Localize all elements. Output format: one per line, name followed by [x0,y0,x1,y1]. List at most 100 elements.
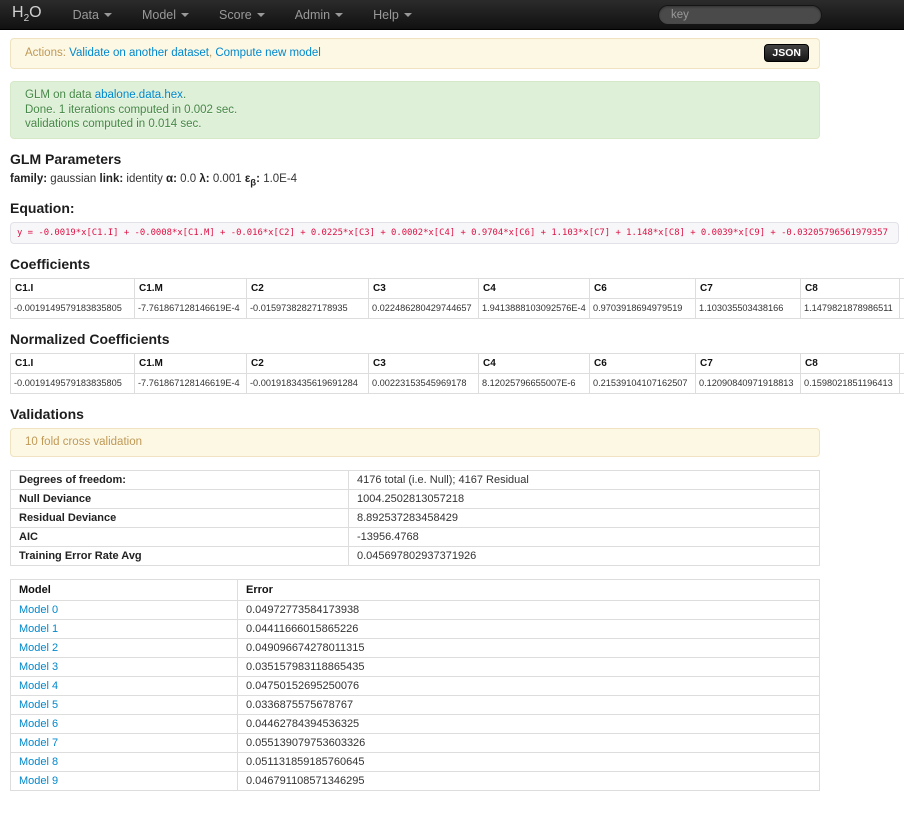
nav-item-admin[interactable]: Admin [280,0,358,29]
key-search-input[interactable] [658,5,822,25]
model-link-7[interactable]: Model 7 [19,737,58,749]
coefficient-value: 0.21539104107162507 [590,373,696,393]
coefficient-value: 0.9703918694979519 [590,298,696,318]
column-header: C1.M [135,353,247,373]
nav-item-label: Help [373,8,399,22]
stat-label: AIC [11,527,349,546]
column-header: C2 [247,353,369,373]
stat-label: Residual Deviance [11,508,349,527]
coefficients-table: C1.IC1.MC2C3C4C6C7C8-0.00191495791838358… [10,278,904,319]
column-header: C8 [801,353,900,373]
normalized-coefficients-heading: Normalized Coefficients [10,331,904,347]
status-alert: GLM on data abalone.data.hex. Done. 1 it… [10,81,820,139]
model-link-1[interactable]: Model 1 [19,623,58,635]
actions-label: Actions: [25,47,66,59]
model-link-3[interactable]: Model 3 [19,661,58,673]
model-link-4[interactable]: Model 4 [19,680,58,692]
chevron-down-icon [335,13,343,17]
nav-item-label: Model [142,8,176,22]
column-header: C4 [479,278,590,298]
table-row: Model 00.04972773584173938 [11,600,820,619]
table-row: AIC-13956.4768 [11,527,820,546]
glm-parameters-heading: GLM Parameters [10,151,904,167]
nav-item-label: Data [73,8,99,22]
model-link-8[interactable]: Model 8 [19,756,58,768]
param-label: εβ: [245,173,260,185]
column-header: C1.I [11,278,135,298]
table-row: Null Deviance1004.2502813057218 [11,489,820,508]
table-row: Residual Deviance8.892537283458429 [11,508,820,527]
status-line-3: validations computed in 0.014 sec. [25,117,805,132]
error-value: 0.04750152695250076 [238,676,820,695]
model-cell: Model 3 [11,657,238,676]
error-value: 0.04411666015865226 [238,619,820,638]
nav-item-data[interactable]: Data [58,0,127,29]
model-link-2[interactable]: Model 2 [19,642,58,654]
column-header: Error [238,579,820,600]
chevron-down-icon [181,13,189,17]
column-header: C1.M [135,278,247,298]
table-row: Model 50.0336875575678767 [11,695,820,714]
actions-bar: JSON Actions: Validate on another datase… [10,38,820,69]
model-link-5[interactable]: Model 5 [19,699,58,711]
equation-heading: Equation: [10,200,904,216]
nav-item-help[interactable]: Help [358,0,427,29]
h2o-logo[interactable]: H2O [0,4,58,24]
validation-summary-table: Degrees of freedom:4176 total (i.e. Null… [10,470,820,566]
table-row: Training Error Rate Avg0.045697802937371… [11,546,820,565]
column-header-clipped [900,278,904,298]
error-value: 0.049096674278011315 [238,638,820,657]
normalized-coefficients-table-wrap: C1.IC1.MC2C3C4C6C7C8-0.00191495791838358… [10,353,904,394]
table-row: Degrees of freedom:4176 total (i.e. Null… [11,470,820,489]
status-line-1: GLM on data abalone.data.hex. [25,88,805,103]
param-value: 1.0E-4 [263,173,297,185]
model-cell: Model 2 [11,638,238,657]
table-row: Model 3 0.035157983118865435 [11,657,820,676]
error-value: 0.04462784394536325 [238,714,820,733]
column-header: C7 [696,278,801,298]
column-header: C6 [590,353,696,373]
action-link-1[interactable]: Validate on another dataset [69,47,209,59]
coefficient-value: 8.12025796655007E-6 [479,373,590,393]
column-header: C3 [369,278,479,298]
table-row: Model 90.046791108571346295 [11,771,820,790]
table-row: Model 6 0.04462784394536325 [11,714,820,733]
error-value: 0.035157983118865435 [238,657,820,676]
dataset-link[interactable]: abalone.data.hex [95,89,183,101]
glm-parameters-line: family: gaussian link: identity α: 0.0 λ… [10,173,904,188]
param-label: α: [166,173,177,185]
model-link-9[interactable]: Model 9 [19,775,58,787]
model-cell: Model 5 [11,695,238,714]
coefficients-table-wrap: C1.IC1.MC2C3C4C6C7C8-0.00191495791838358… [10,278,904,319]
table-row: Model 2 0.049096674278011315 [11,638,820,657]
action-link-2[interactable]: Compute new model [215,47,320,59]
cross-validation-note: 10 fold cross validation [10,428,820,457]
param-label: link: [100,173,124,185]
coefficient-value: -7.761867128146619E-4 [135,298,247,318]
column-header: C4 [479,353,590,373]
normalized-coefficients-table: C1.IC1.MC2C3C4C6C7C8-0.00191495791838358… [10,353,904,394]
table-row: Model 70.055139079753603326 [11,733,820,752]
nav-item-model[interactable]: Model [127,0,204,29]
param-label: λ: [199,173,209,185]
model-cell: Model 0 [11,600,238,619]
logo-text-end: O [29,4,41,21]
table-row: Model 1 0.04411666015865226 [11,619,820,638]
actions-links: Validate on another dataset, Compute new… [69,47,321,59]
column-header: C1.I [11,353,135,373]
stat-value: 4176 total (i.e. Null); 4167 Residual [349,470,820,489]
navbar: H2O Data Model ScoreAdmin Help [0,0,904,30]
coefficient-value-clipped [900,298,904,318]
model-link-6[interactable]: Model 6 [19,718,58,730]
coefficient-value: -0.0019149579183835805 [11,373,135,393]
model-link-0[interactable]: Model 0 [19,604,58,616]
coefficient-value: 1.9413888103092576E-4 [479,298,590,318]
model-cell: Model 8 [11,752,238,771]
status-suffix: . [183,89,186,101]
stat-value: 1004.2502813057218 [349,489,820,508]
param-label: family: [10,173,47,185]
json-button[interactable]: JSON [764,44,809,62]
stat-value: 0.045697802937371926 [349,546,820,565]
nav-item-score[interactable]: Score [204,0,280,29]
error-value: 0.051131859185760645 [238,752,820,771]
